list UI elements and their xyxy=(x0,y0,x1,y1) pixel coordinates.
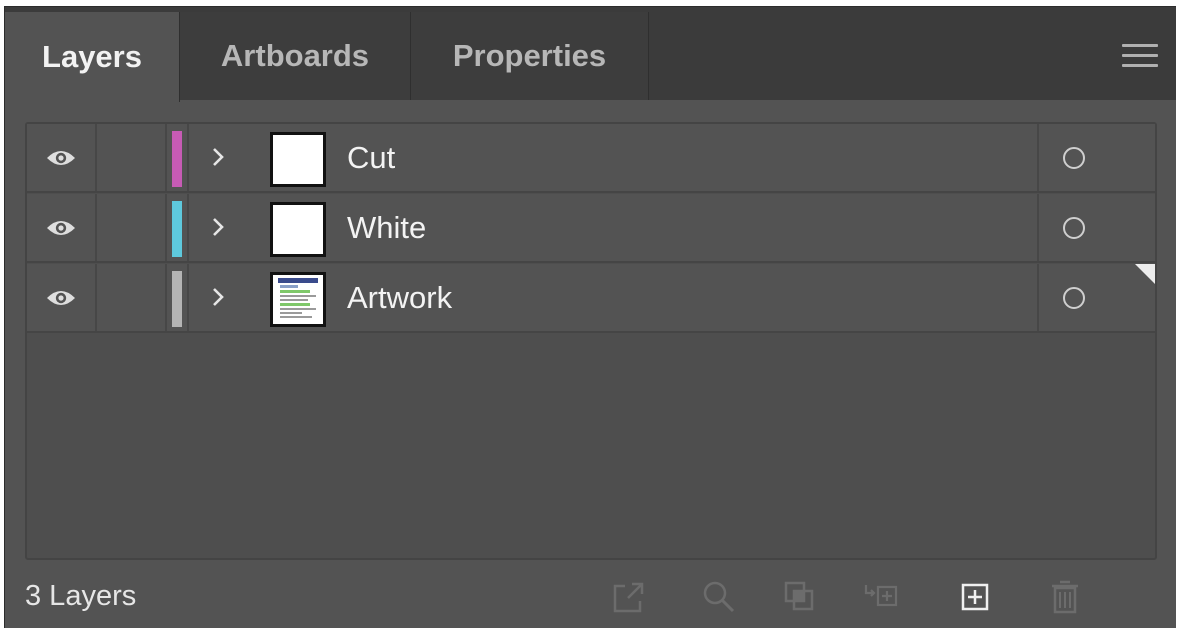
target-column xyxy=(1037,124,1155,191)
lock-toggle[interactable] xyxy=(97,194,167,261)
divider xyxy=(187,264,189,331)
locate-object-button[interactable] xyxy=(699,577,739,617)
make-clipping-mask-icon xyxy=(784,581,814,611)
expand-toggle[interactable] xyxy=(203,210,233,244)
lock-toggle[interactable] xyxy=(97,264,167,331)
panel-footer: 3 Layers xyxy=(5,567,1176,629)
layers-list: Cut White Artwork xyxy=(25,122,1157,560)
layer-name[interactable]: Artwork xyxy=(347,264,452,331)
chevron-right-icon xyxy=(213,148,224,166)
layer-count: 3 Layers xyxy=(25,580,137,612)
layer-name[interactable]: White xyxy=(347,194,426,261)
delete-icon xyxy=(1052,580,1078,614)
create-sublayer-button[interactable] xyxy=(862,577,902,617)
visibility-toggle[interactable] xyxy=(27,194,97,261)
create-new-layer-button[interactable] xyxy=(955,577,995,617)
layer-row-white[interactable]: White xyxy=(27,194,1155,263)
tab-properties[interactable]: Properties xyxy=(411,12,649,100)
layer-name[interactable]: Cut xyxy=(347,124,395,191)
layer-row-cut[interactable]: Cut xyxy=(27,124,1155,193)
target-circle-icon[interactable] xyxy=(1063,217,1085,239)
chevron-right-icon xyxy=(213,288,224,306)
create-sublayer-icon xyxy=(864,585,898,607)
export-for-screens-icon xyxy=(613,582,644,613)
layers-panel: Layers Artboards Properties Cut White Ar… xyxy=(4,6,1176,628)
document-thumbnail-icon xyxy=(273,275,323,324)
tab-artboards[interactable]: Artboards xyxy=(180,12,411,100)
eye-icon xyxy=(47,220,75,235)
eye-icon xyxy=(47,150,75,165)
layer-thumbnail xyxy=(270,272,326,327)
eye-icon xyxy=(47,290,75,305)
expand-toggle[interactable] xyxy=(203,140,233,174)
expand-toggle[interactable] xyxy=(203,280,233,314)
make-clipping-mask-button[interactable] xyxy=(780,577,820,617)
tab-bar: Layers Artboards Properties xyxy=(5,7,1176,102)
tab-layers[interactable]: Layers xyxy=(5,12,180,102)
delete-selection-button[interactable] xyxy=(1045,577,1085,617)
divider xyxy=(187,194,189,261)
target-circle-icon[interactable] xyxy=(1063,147,1085,169)
divider xyxy=(187,124,189,191)
layer-color-swatch xyxy=(172,201,182,257)
chevron-right-icon xyxy=(213,218,224,236)
layer-row-artwork[interactable]: Artwork xyxy=(27,264,1155,333)
export-for-screens-button[interactable] xyxy=(609,577,649,617)
layer-thumbnail xyxy=(270,132,326,187)
layer-color-swatch xyxy=(172,271,182,327)
target-circle-icon[interactable] xyxy=(1063,287,1085,309)
lock-toggle[interactable] xyxy=(97,124,167,191)
layer-thumbnail xyxy=(270,202,326,257)
selection-indicator-icon xyxy=(1135,264,1155,284)
layer-color-swatch xyxy=(172,131,182,187)
locate-object-icon xyxy=(703,581,735,613)
panel-menu-icon[interactable] xyxy=(1122,44,1158,68)
target-column xyxy=(1037,194,1155,261)
visibility-toggle[interactable] xyxy=(27,264,97,331)
create-new-layer-icon xyxy=(961,583,989,611)
visibility-toggle[interactable] xyxy=(27,124,97,191)
